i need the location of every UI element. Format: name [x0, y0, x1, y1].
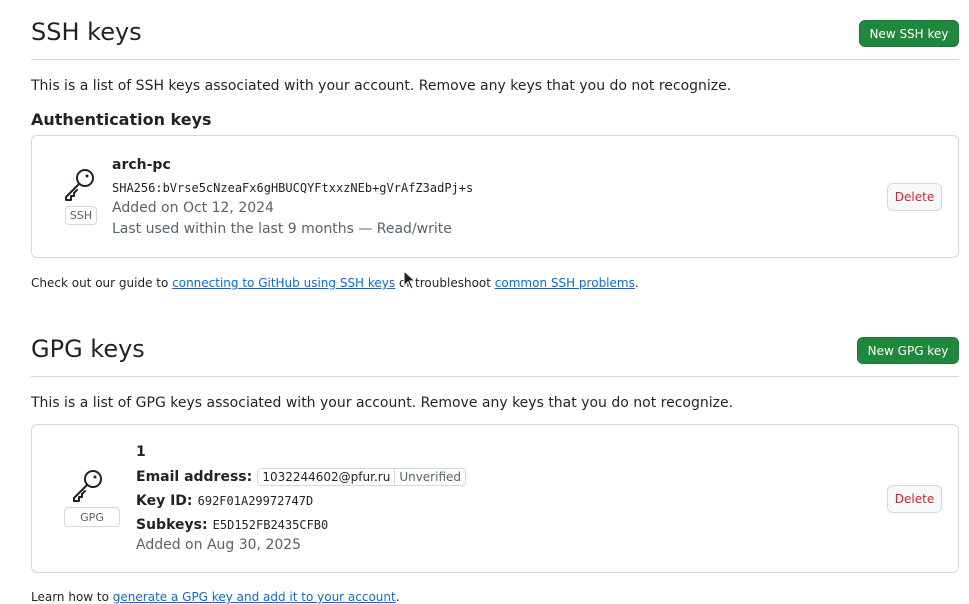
gpg-email-row: Email address: 1032244602@pfur.ru Unverif…: [136, 466, 467, 486]
key-icon: [70, 467, 106, 503]
ssh-footer: Check out our guide to connecting to Git…: [31, 276, 639, 290]
gpg-keys-title: GPG keys: [31, 335, 145, 363]
gpg-badge: GPG: [64, 507, 120, 527]
gpg-key-added: Added on Aug 30, 2025: [136, 537, 302, 553]
authentication-keys-heading: Authentication keys: [31, 110, 212, 129]
gpg-footer-prefix: Learn how to: [31, 590, 113, 604]
ssh-footer-prefix: Check out our guide to: [31, 276, 173, 290]
gpg-description: This is a list of GPG keys associated wi…: [31, 395, 734, 411]
new-gpg-key-button[interactable]: New GPG key: [857, 337, 959, 364]
gpg-email-value: 1032244602@pfur.ru: [262, 469, 391, 484]
ssh-description: This is a list of SSH keys associated wi…: [31, 78, 732, 94]
ssh-footer-suffix: .: [634, 276, 639, 290]
ssh-key-card: SSH arch-pc SHA256:bVrse5cNzeaFx6gHBUCQY…: [31, 135, 959, 258]
ssh-keys-title: SSH keys: [31, 18, 142, 46]
gpg-email-status: Unverified: [394, 468, 465, 485]
mouse-cursor-icon: [403, 269, 417, 290]
ssh-key-last-used: Last used within the last 9 months — Rea…: [112, 221, 452, 237]
delete-ssh-key-button[interactable]: Delete: [887, 183, 942, 211]
gpg-key-name: 1: [136, 444, 146, 460]
delete-gpg-key-button[interactable]: Delete: [887, 485, 942, 513]
gpg-key-card: GPG 1 Email address: 1032244602@pfur.ru U…: [31, 424, 959, 573]
gpg-subkeys-value: E5D152FB2435CFB0: [212, 518, 329, 532]
gpg-divider: [31, 376, 959, 377]
gpg-email-label: Email address:: [136, 469, 253, 485]
ssh-guide-link[interactable]: connecting to GitHub using SSH keys: [172, 276, 395, 290]
gpg-footer-suffix: .: [395, 590, 400, 604]
gpg-subkeys-row: Subkeys: E5D152FB2435CFB0: [136, 514, 328, 533]
ssh-key-added: Added on Oct 12, 2024: [112, 200, 274, 216]
new-ssh-key-button[interactable]: New SSH key: [859, 20, 959, 47]
gpg-key-id-row: Key ID: 692F01A29972747D: [136, 490, 313, 509]
gpg-footer: Learn how to generate a GPG key and add …: [31, 590, 400, 604]
gpg-email-chip: 1032244602@pfur.ru Unverified: [257, 467, 467, 486]
ssh-problems-link[interactable]: common SSH problems: [495, 276, 635, 290]
key-icon: [62, 166, 98, 202]
gpg-key-id-value: 692F01A29972747D: [197, 494, 314, 508]
ssh-key-name: arch-pc: [112, 157, 171, 173]
ssh-badge: SSH: [65, 206, 97, 225]
gpg-subkeys-label: Subkeys:: [136, 517, 208, 533]
ssh-divider: [31, 59, 959, 60]
gpg-guide-link[interactable]: generate a GPG key and add it to your ac…: [113, 590, 396, 604]
ssh-key-fingerprint: SHA256:bVrse5cNzeaFx6gHBUCQYFtxxzNEb+gVr…: [112, 181, 474, 195]
gpg-key-id-label: Key ID:: [136, 493, 193, 509]
